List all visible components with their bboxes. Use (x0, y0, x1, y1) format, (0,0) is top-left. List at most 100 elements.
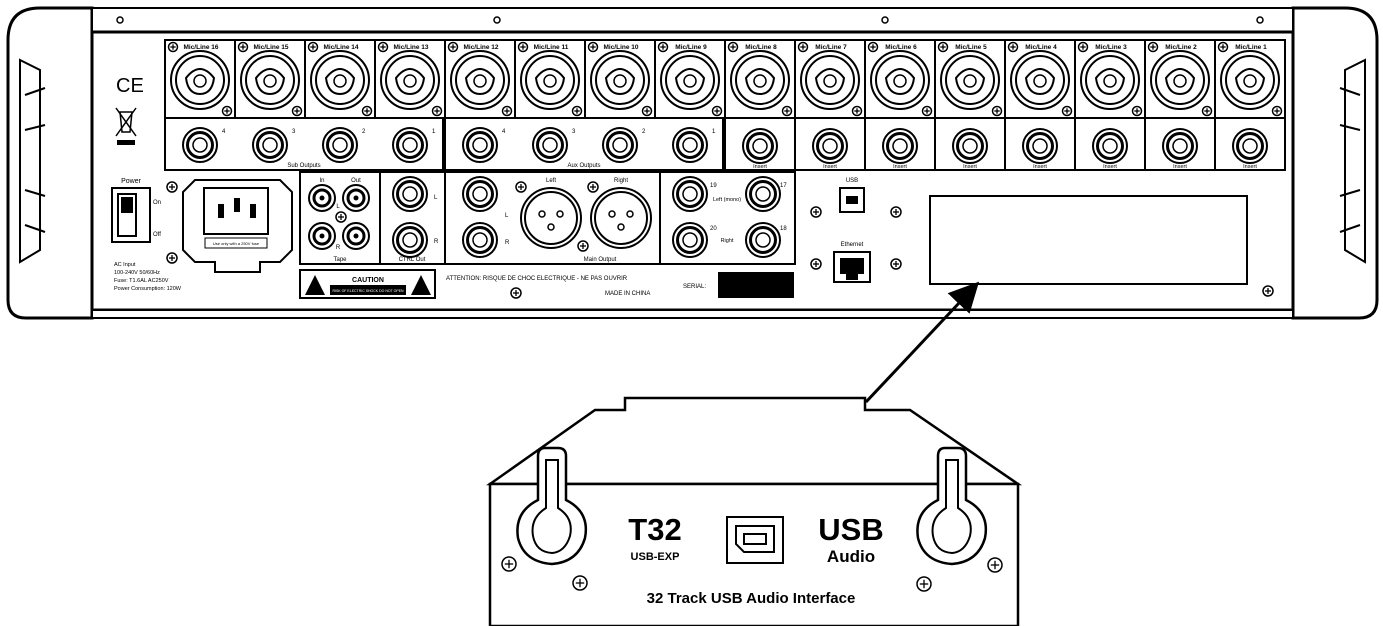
screw-icon (641, 105, 653, 117)
channel-label: Mic/Line 7 (815, 44, 847, 51)
combo-input-jack[interactable] (1150, 50, 1210, 110)
screw-icon (510, 287, 522, 299)
combo-input-jack[interactable] (660, 50, 720, 110)
left-rack-ear (6, 6, 94, 320)
serial-plate (718, 272, 794, 298)
sub-output-jack[interactable] (322, 127, 358, 163)
output-17-jack[interactable] (745, 176, 781, 212)
channel-11: Mic/Line 11 (514, 39, 586, 119)
main-out-right-jack[interactable] (462, 222, 498, 258)
right-output-label: Right (721, 238, 734, 244)
ctrl-out-left-jack[interactable] (392, 176, 428, 212)
combo-input-jack[interactable] (170, 50, 230, 110)
rca-jack[interactable] (308, 222, 336, 250)
screw-icon (335, 211, 347, 223)
combo-input-jack[interactable] (1220, 50, 1280, 110)
channel-13: Mic/Line 13 (374, 39, 446, 119)
combo-input-jack[interactable] (240, 50, 300, 110)
combo-input-jack[interactable] (730, 50, 790, 110)
screw-icon (587, 41, 599, 53)
combo-input-jack[interactable] (940, 50, 1000, 110)
insert-jack[interactable] (882, 128, 918, 164)
main-xlr-left[interactable] (520, 187, 582, 249)
aux-output-jack[interactable] (672, 127, 708, 163)
sub-output-jack[interactable] (392, 127, 428, 163)
screw-icon (166, 252, 178, 264)
combo-input-jack[interactable] (590, 50, 650, 110)
ac-spec-line: 100-240V 50/60Hz (114, 270, 160, 276)
sub-output-jack[interactable] (252, 127, 288, 163)
output-19-jack[interactable] (672, 176, 708, 212)
rca-jack[interactable] (342, 222, 370, 250)
screw-icon (166, 181, 178, 193)
serial-label: SERIAL: (683, 284, 706, 290)
screw-icon (851, 105, 863, 117)
ctrl-out-right-jack[interactable] (392, 222, 428, 258)
main-xlr-right[interactable] (590, 187, 652, 249)
screw-icon (867, 41, 879, 53)
card-description: 32 Track USB Audio Interface (647, 590, 856, 607)
screw-icon (1271, 105, 1283, 117)
rca-jack[interactable] (342, 184, 370, 212)
channel-label: Mic/Line 8 (745, 44, 777, 51)
card-usb-title: USB (818, 512, 883, 547)
main-output-label: Main Output (584, 257, 617, 263)
insert-jack[interactable] (1022, 128, 1058, 164)
channel-9: Mic/Line 9 (654, 39, 726, 119)
aux-output-jack[interactable] (602, 127, 638, 163)
screw-icon (727, 41, 739, 53)
channel-6: Mic/Line 6 Insert (864, 39, 936, 171)
rca-jack[interactable] (308, 184, 336, 212)
channel-label: Mic/Line 6 (885, 44, 917, 51)
insert-jack[interactable] (952, 128, 988, 164)
combo-input-jack[interactable] (450, 50, 510, 110)
ac-inlet: Use only with a 250V fuse (182, 179, 293, 273)
expansion-slot[interactable] (929, 195, 1248, 285)
channel-12: Mic/Line 12 (444, 39, 516, 119)
insert-block: Insert (1074, 117, 1146, 171)
screw-icon (1131, 105, 1143, 117)
screw-icon (377, 41, 389, 53)
output-20-jack[interactable] (672, 222, 708, 258)
aux-output-jack[interactable] (462, 127, 498, 163)
combo-input-jack[interactable] (310, 50, 370, 110)
channel-14: Mic/Line 14 (304, 39, 376, 119)
channel-1: Mic/Line 1 Insert (1214, 39, 1286, 171)
card-usb-subtitle: Audio (827, 547, 875, 566)
channel-label: Mic/Line 15 (253, 44, 288, 51)
insert-label: Insert (1243, 164, 1257, 170)
combo-input-jack[interactable] (800, 50, 860, 110)
channel-5: Mic/Line 5 Insert (934, 39, 1006, 171)
output-18-jack[interactable] (745, 222, 781, 258)
screw-icon (1007, 41, 1019, 53)
made-in-label: MADE IN CHINA (605, 291, 650, 297)
insert-jack[interactable] (812, 128, 848, 164)
screw-icon (447, 41, 459, 53)
insert-block: Insert (1214, 117, 1286, 171)
insert-jack[interactable] (1162, 128, 1198, 164)
insert-block: Insert (1144, 117, 1216, 171)
screw-icon (221, 105, 233, 117)
card-submodel: USB-EXP (631, 551, 680, 563)
insert-jack[interactable] (1092, 128, 1128, 164)
combo-input-jack[interactable] (1080, 50, 1140, 110)
tape-out-label: Out (351, 178, 361, 184)
main-out-left-jack[interactable] (462, 176, 498, 212)
sub-output-jack[interactable] (182, 127, 218, 163)
ac-spec-line: Power Consumption: 120W (114, 286, 182, 292)
screw-icon (1147, 41, 1159, 53)
combo-input-jack[interactable] (1010, 50, 1070, 110)
combo-input-jack[interactable] (380, 50, 440, 110)
main-number-17: 17 (780, 183, 787, 189)
screw-icon (1217, 41, 1229, 53)
combo-input-jack[interactable] (870, 50, 930, 110)
insert-jack[interactable] (742, 128, 778, 164)
screw-icon (781, 105, 793, 117)
channel-label: Mic/Line 4 (1025, 44, 1057, 51)
aux-output-jack[interactable] (532, 127, 568, 163)
screw-icon (577, 240, 589, 252)
fuse-note: Use only with a 250V fuse (213, 241, 260, 246)
combo-input-jack[interactable] (520, 50, 580, 110)
insert-jack[interactable] (1232, 128, 1268, 164)
channel-8: Mic/Line 8 Insert (724, 39, 796, 171)
